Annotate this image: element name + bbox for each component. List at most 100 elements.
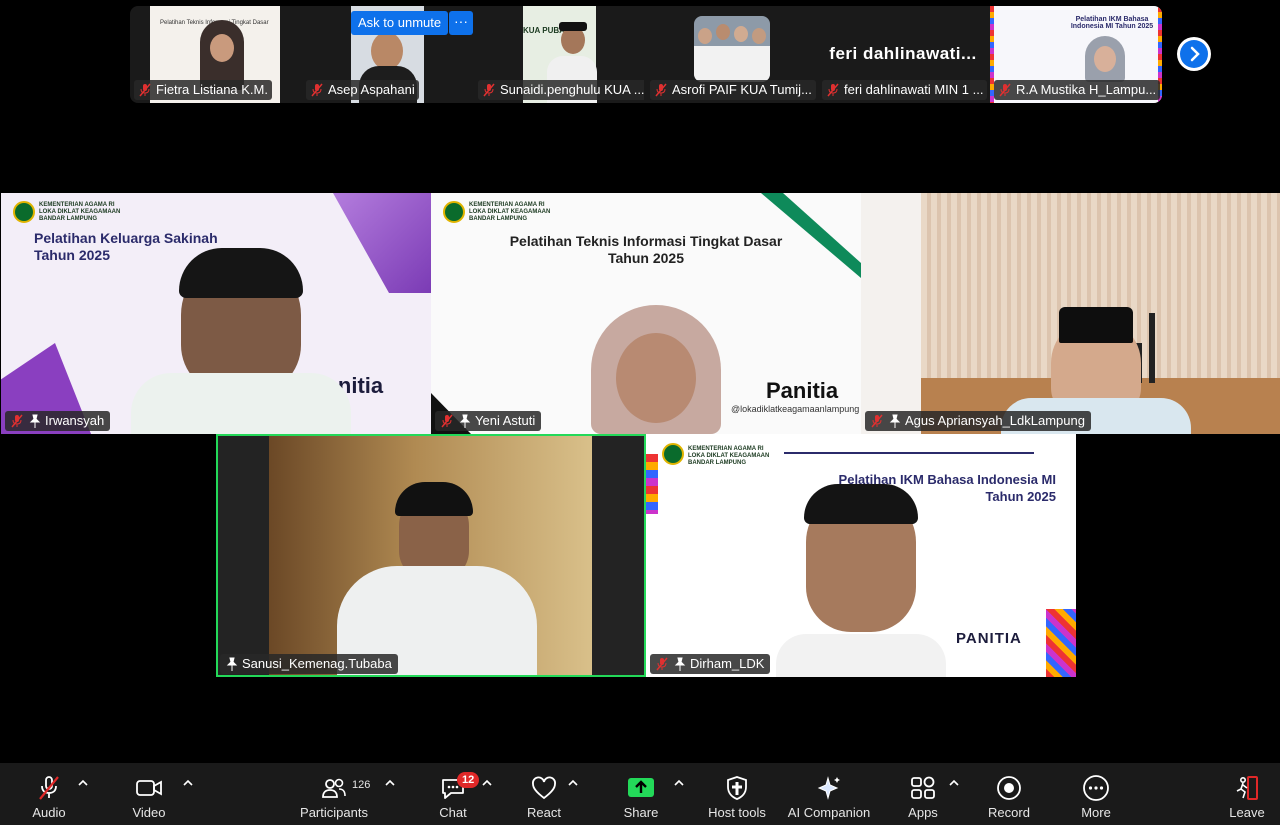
mic-muted-icon [827,83,839,97]
chevron-up-icon[interactable] [949,779,959,787]
logo-text: KEMENTERIAN AGAMA RI LOKA DIKLAT KEAGAMA… [39,202,121,222]
participant-name: Fietra Listiana K.M. [134,80,272,100]
slide-handle: @lokadiklatkeagamaanlampung [731,404,860,414]
video-label: Video [132,805,166,820]
video-camera-icon [136,780,162,796]
react-button[interactable]: React [514,763,574,825]
mic-muted-icon [656,657,668,671]
participants-icon [322,778,346,798]
record-label: Record [988,805,1030,820]
slide-title: Pelatihan Keluarga Sakinah Tahun 2025 [34,230,218,263]
audio-button[interactable]: Audio [18,763,80,825]
host-tools-label: Host tools [708,805,766,820]
share-screen-icon [628,778,654,797]
ai-companion-button[interactable]: AI Companion [784,763,874,825]
video-tile-sanusi[interactable]: Sanusi_Kemenag.Tubaba [216,434,646,677]
chevron-up-icon[interactable] [78,779,88,787]
participants-count: 126 [352,779,371,791]
apps-button[interactable]: Apps [900,763,946,825]
participant-name: Asep Aspahani [306,80,419,100]
participant-name: Agus Apriansyah_LdkLampung [865,411,1091,431]
thumbnail-asrofi[interactable]: Asrofi PAIF KUA Tumij... [646,6,816,103]
next-page-button[interactable] [1177,37,1211,71]
video-tile-irwansyah[interactable]: KEMENTERIAN AGAMA RI LOKA DIKLAT KEAGAMA… [1,193,431,434]
apps-label: Apps [908,805,938,820]
participant-name: Irwansyah [5,411,111,431]
more-button[interactable]: More [1068,763,1124,825]
mic-muted-icon [871,414,883,428]
mic-muted-icon [139,83,151,97]
participant-name: Asrofi PAIF KUA Tumij... [650,80,816,100]
participant-display-name: feri dahlinawati... [829,44,977,63]
chevron-up-icon[interactable] [674,779,684,787]
heart-icon [532,776,556,800]
mic-muted-icon [441,414,453,428]
participant-strip: Pelatihan Teknis Informasi Tingkat Dasar… [130,6,1162,103]
participant-name: R.A Mustika H_Lampu... [994,80,1161,100]
mic-muted-icon [311,83,323,97]
participant-name: Sanusi_Kemenag.Tubaba [220,654,398,674]
chat-unread-badge: 12 [457,772,480,788]
chevron-up-icon[interactable] [568,779,578,787]
chevron-up-icon[interactable] [183,779,193,787]
apps-icon [911,776,935,799]
chevron-right-icon [1180,40,1208,68]
video-tile-yeni-astuti[interactable]: KEMENTERIAN AGAMA RI LOKA DIKLAT KEAGAMA… [431,193,861,434]
participant-more-button[interactable]: ··· [449,11,473,35]
pin-icon [226,657,238,671]
record-icon [997,776,1021,800]
pin-icon [889,414,901,428]
mic-muted-icon [39,776,59,800]
share-button[interactable]: Share [612,763,670,825]
ai-companion-label: AI Companion [787,805,871,820]
slide-text: Pelatihan IKM Bahasa Indonesia MI Tahun … [1070,16,1154,30]
more-options-icon [1083,775,1109,801]
slide-banner: PANITIA [956,630,1022,647]
ask-to-unmute-button[interactable]: Ask to unmute [351,11,449,35]
profile-photo [694,16,770,82]
thumbnail-sunaidi[interactable]: KUA PUBA Sunaidi.penghulu KUA ... [474,6,644,103]
participant-name: Yeni Astuti [435,411,542,431]
pin-icon [29,414,41,428]
more-label: More [1081,805,1111,820]
video-tile-agus[interactable]: Agus Apriansyah_LdkLampung [861,193,1280,434]
chat-label: Chat [439,805,467,820]
participants-label: Participants [300,805,368,820]
leave-label: Leave [1229,805,1265,820]
logo-text: KEMENTERIAN AGAMA RI LOKA DIKLAT KEAGAMA… [688,446,770,466]
logo-text: KEMENTERIAN AGAMA RI LOKA DIKLAT KEAGAMA… [469,202,551,222]
video-tile-dirham[interactable]: KEMENTERIAN AGAMA RI LOKA DIKLAT KEAGAMA… [646,434,1076,677]
participant-name: Dirham_LDK [650,654,771,674]
pin-icon [674,657,686,671]
react-label: React [527,805,561,820]
thumbnail-fietra[interactable]: Pelatihan Teknis Informasi Tingkat Dasar… [130,6,300,103]
pin-icon [459,414,471,428]
mic-muted-icon [655,83,667,97]
sparkle-icon [817,776,840,800]
kemenag-logo [662,443,684,465]
mic-muted-icon [11,414,23,428]
thumbnail-mustika[interactable]: Pelatihan IKM Bahasa Indonesia MI Tahun … [990,6,1162,103]
participant-name: Sunaidi.penghulu KUA ... [478,80,644,100]
kemenag-logo [443,201,465,223]
meeting-toolbar: Audio Video Participants 126 Chat 12 Rea… [0,763,1280,825]
share-label: Share [623,805,659,820]
record-button[interactable]: Record [980,763,1038,825]
video-feed [269,436,592,675]
chevron-up-icon[interactable] [482,779,492,787]
kemenag-logo [13,201,35,223]
audio-label: Audio [32,805,66,820]
mic-muted-icon [483,83,495,97]
leave-door-icon [1236,776,1258,800]
slide-title: Pelatihan Teknis Informasi Tingkat Dasar… [509,233,783,266]
video-button[interactable]: Video [118,763,180,825]
host-tools-button[interactable]: Host tools [702,763,772,825]
thumbnail-feri[interactable]: feri dahlinawati... feri dahlinawati MIN… [818,6,988,103]
chevron-up-icon[interactable] [385,779,395,787]
shield-icon [727,776,747,800]
participant-name: feri dahlinawati MIN 1 ... [822,80,988,100]
mic-muted-icon [999,83,1011,97]
slide-banner: Panitia [766,378,839,403]
leave-button[interactable]: Leave [1222,763,1272,825]
participants-button[interactable]: Participants [296,763,372,825]
